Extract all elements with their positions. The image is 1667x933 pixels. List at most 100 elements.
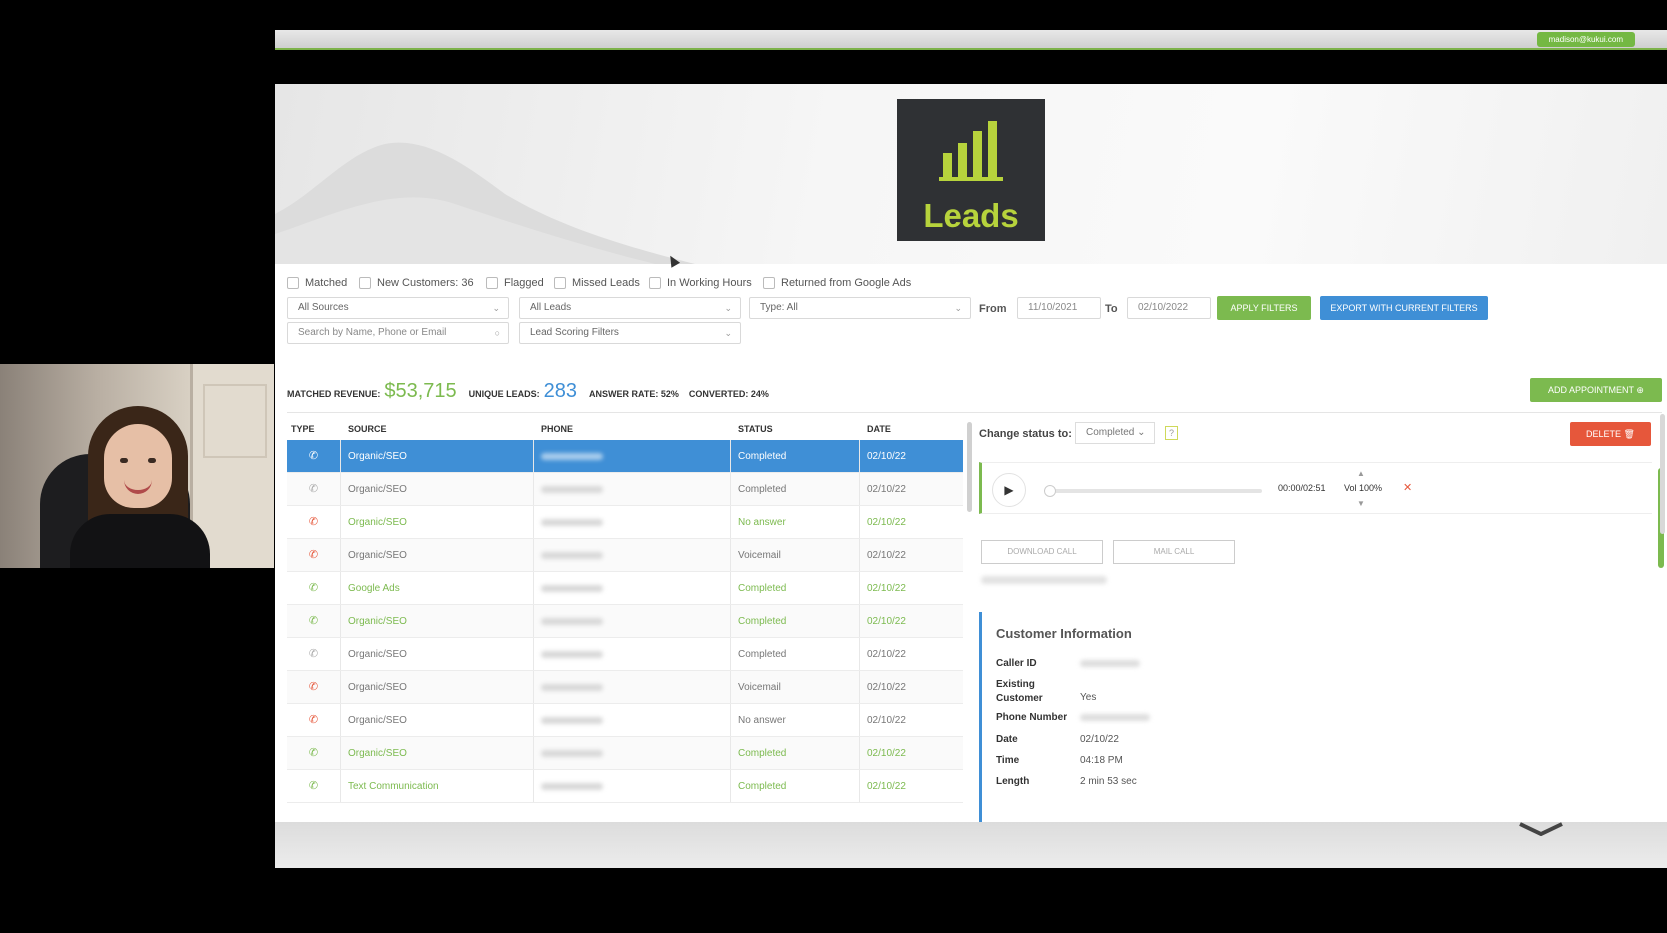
table-row[interactable]: ✆ Organic/SEO Completed 02/10/22 (287, 737, 963, 770)
row-status: Voicemail (731, 671, 860, 703)
table-row[interactable]: ✆ Text Communication Completed 02/10/22 (287, 770, 963, 803)
checkbox-icon[interactable] (287, 277, 299, 289)
row-phone-redacted (534, 440, 731, 472)
header-phone[interactable]: PHONE (534, 424, 731, 440)
redacted-text (981, 576, 1107, 584)
table-row[interactable]: ✆ Organic/SEO Completed 02/10/22 (287, 440, 963, 473)
search-input[interactable]: Search by Name, Phone or Email ○ (287, 322, 509, 344)
table-row[interactable]: ✆ Organic/SEO Completed 02/10/22 (287, 473, 963, 506)
redacted-phone (541, 584, 603, 592)
change-status-label: Change status to: (979, 428, 1072, 440)
row-source: Organic/SEO (341, 473, 534, 505)
table-row[interactable]: ✆ Organic/SEO Voicemail 02/10/22 (287, 671, 963, 704)
redacted-phone (541, 749, 603, 757)
filter-matched[interactable]: Matched (287, 277, 347, 289)
apply-filters-button[interactable]: APPLY FILTERS (1217, 296, 1311, 320)
download-call-button[interactable]: DOWNLOAD CALL (981, 540, 1103, 564)
table-row[interactable]: ✆ Google Ads Completed 02/10/22 (287, 572, 963, 605)
delete-button[interactable]: DELETE 🗑 (1570, 422, 1651, 446)
existing-customer-value: Yes (1080, 692, 1097, 703)
row-status: Completed (731, 737, 860, 769)
leads-select[interactable]: All Leads ⌄ (519, 297, 741, 319)
hero-banner: Leads (275, 84, 1667, 264)
lead-scoring-select[interactable]: Lead Scoring Filters ⌄ (519, 322, 741, 344)
checkbox-icon[interactable] (649, 277, 661, 289)
matched-revenue-label: MATCHED REVENUE: (287, 389, 381, 399)
close-icon[interactable]: ✕ (1403, 481, 1412, 494)
missed-call-icon: ✆ (308, 714, 319, 727)
add-appointment-button[interactable]: ADD APPOINTMENT ⊕ (1530, 378, 1662, 402)
phone-icon: ✆ (308, 780, 319, 793)
row-date: 02/10/22 (867, 517, 906, 528)
help-icon[interactable]: ? (1165, 426, 1178, 440)
table-row[interactable]: ✆ Organic/SEO Completed 02/10/22 (287, 605, 963, 638)
table-body: ✆ Organic/SEO Completed 02/10/22 ✆ Organic/SE… (287, 440, 963, 803)
checkbox-icon[interactable] (763, 277, 775, 289)
stats-bar: MATCHED REVENUE: $53,715 UNIQUE LEADS: 2… (287, 380, 769, 403)
row-phone-redacted (534, 539, 731, 571)
play-icon[interactable]: ▶ (992, 473, 1026, 507)
table-scrollbar[interactable] (967, 422, 972, 512)
browser-topbar: madison@kukui.com (275, 30, 1667, 50)
row-source: Organic/SEO (341, 737, 534, 769)
phone-icon: ✆ (308, 450, 319, 463)
from-date-input[interactable]: 11/10/2021 (1017, 297, 1101, 319)
chevron-down-icon: ⌄ (724, 303, 732, 313)
time-value: 04:18 PM (1080, 755, 1123, 766)
export-button[interactable]: EXPORT WITH CURRENT FILTERS (1320, 296, 1488, 320)
mail-call-button[interactable]: MAIL CALL (1113, 540, 1235, 564)
row-status: No answer (731, 506, 860, 538)
answer-rate: ANSWER RATE: 52% (589, 389, 679, 399)
row-status: Completed (731, 638, 860, 670)
phone-icon: ✆ (308, 582, 319, 595)
row-source: Organic/SEO (341, 506, 534, 538)
bar-chart-icon (939, 121, 1003, 181)
page-scrollbar[interactable] (1660, 414, 1665, 534)
filter-new-customers[interactable]: New Customers: 36 (359, 277, 474, 289)
volume-up-icon[interactable]: ▲ (1357, 469, 1365, 478)
row-phone-redacted (534, 572, 731, 604)
filter-working-hours[interactable]: In Working Hours (649, 277, 752, 289)
leads-table: TYPE SOURCE PHONE STATUS DATE ✆ Organic/S… (287, 424, 963, 803)
header-type[interactable]: TYPE (287, 424, 341, 440)
redacted-phone (541, 617, 603, 625)
user-account-button[interactable]: madison@kukui.com (1536, 32, 1635, 47)
checkbox-icon[interactable] (554, 277, 566, 289)
header-date[interactable]: DATE (860, 424, 963, 440)
source-select[interactable]: All Sources ⌄ (287, 297, 509, 319)
checkbox-label: New Customers: 36 (377, 277, 474, 289)
row-type: ✆ (287, 605, 341, 637)
table-row[interactable]: ✆ Organic/SEO Voicemail 02/10/22 (287, 539, 963, 572)
row-source: Organic/SEO (341, 539, 534, 571)
row-date: 02/10/22 (867, 748, 906, 759)
table-row[interactable]: ✆ Organic/SEO No answer 02/10/22 (287, 506, 963, 539)
existing-customer-label: Existing Customer (996, 679, 1043, 704)
row-date: 02/10/22 (867, 781, 906, 792)
mountain-background (275, 142, 695, 264)
row-type: ✆ (287, 572, 341, 604)
checkbox-icon[interactable] (486, 277, 498, 289)
filter-missed-leads[interactable]: Missed Leads (554, 277, 640, 289)
phone-icon: ✆ (308, 747, 319, 760)
delete-label: DELETE (1586, 429, 1622, 439)
chevron-down-icon[interactable] (1516, 822, 1566, 836)
missed-call-icon: ✆ (308, 681, 319, 694)
to-date-input[interactable]: 02/10/2022 (1127, 297, 1211, 319)
audio-progress-track[interactable] (1044, 485, 1262, 497)
row-type: ✆ (287, 638, 341, 670)
type-select[interactable]: Type: All ⌄ (749, 297, 971, 319)
table-row[interactable]: ✆ Organic/SEO No answer 02/10/22 (287, 704, 963, 737)
filter-returned-google-ads[interactable]: Returned from Google Ads (763, 277, 911, 289)
filter-flagged[interactable]: Flagged (486, 277, 544, 289)
table-header: TYPE SOURCE PHONE STATUS DATE (287, 424, 963, 440)
checkbox-icon[interactable] (359, 277, 371, 289)
header-source[interactable]: SOURCE (341, 424, 534, 440)
row-status: Completed (731, 440, 860, 472)
table-row[interactable]: ✆ Organic/SEO Completed 02/10/22 (287, 638, 963, 671)
audio-progress-knob[interactable] (1044, 485, 1056, 497)
status-select[interactable]: Completed ⌄ (1075, 422, 1155, 444)
volume-down-icon[interactable]: ▼ (1357, 499, 1365, 508)
webcam-video-tile (0, 364, 274, 568)
header-status[interactable]: STATUS (731, 424, 860, 440)
redacted-phone (541, 683, 603, 691)
